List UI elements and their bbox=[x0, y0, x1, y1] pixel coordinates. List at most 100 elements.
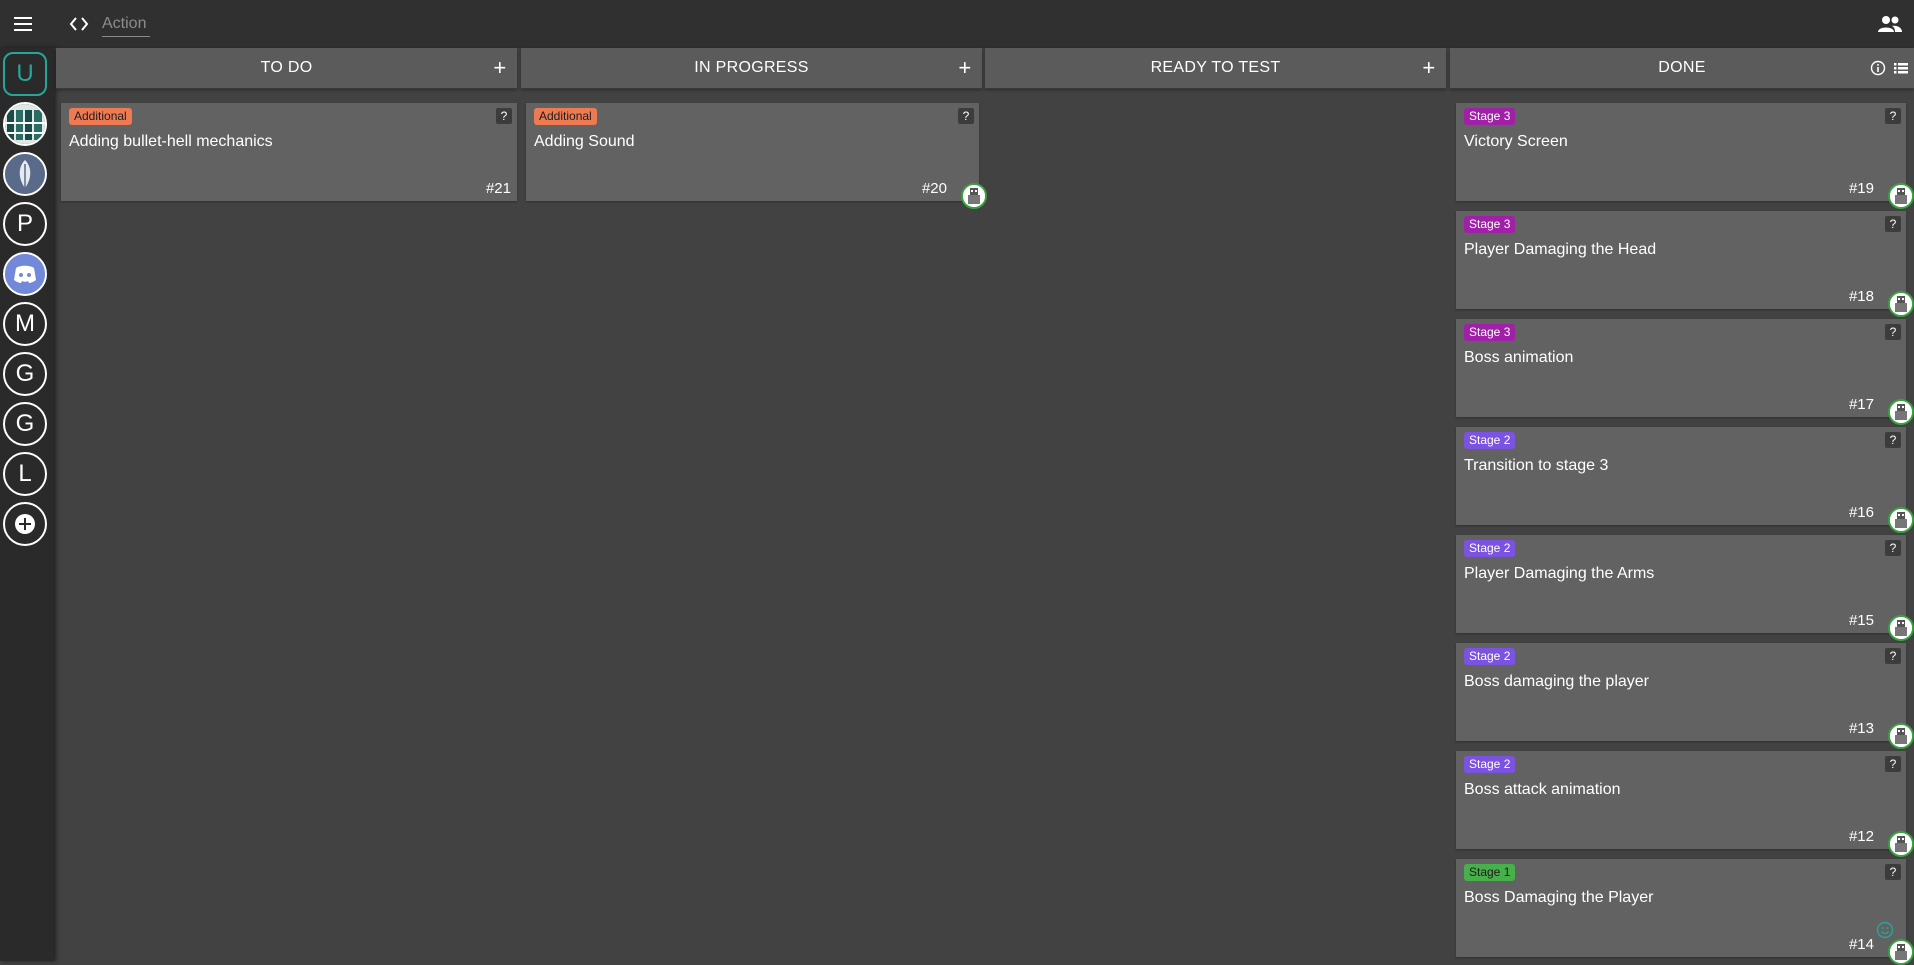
card-number: #19 bbox=[1848, 180, 1874, 197]
card[interactable]: Stage 2 ? Player Damaging the Arms #15 bbox=[1456, 535, 1914, 641]
workspace-m[interactable]: M bbox=[3, 302, 47, 346]
card[interactable]: Additional ? Adding Sound #20 bbox=[526, 103, 987, 209]
column-done: DONE Stage 3 ? Victory Screen #19 Stage … bbox=[1450, 48, 1914, 965]
card-tag: Stage 2 bbox=[1464, 432, 1516, 449]
avatar[interactable] bbox=[1888, 399, 1914, 425]
info-icon[interactable] bbox=[1870, 60, 1886, 76]
workspace-p[interactable]: P bbox=[3, 202, 47, 246]
add-card-button[interactable]: + bbox=[1418, 57, 1440, 79]
add-card-button[interactable]: + bbox=[954, 57, 976, 79]
avatar[interactable] bbox=[1888, 723, 1914, 749]
help-icon[interactable]: ? bbox=[958, 108, 974, 124]
workspace-label: G bbox=[15, 360, 35, 387]
card-title: Boss Damaging the Player bbox=[1464, 889, 1654, 906]
column-title: READY TO TEST bbox=[1150, 59, 1281, 76]
kanban-board: TO DO + Additional ? Adding bullet-hell … bbox=[56, 48, 1914, 965]
card-tag: Stage 1 bbox=[1464, 864, 1516, 881]
card-tag: Stage 2 bbox=[1464, 648, 1516, 665]
workspace-label: P bbox=[16, 210, 33, 237]
code-icon[interactable] bbox=[66, 11, 92, 37]
workspace-sidebar: U P M G G L bbox=[0, 48, 54, 961]
help-icon[interactable]: ? bbox=[1885, 108, 1901, 124]
workspace-label: U bbox=[16, 60, 34, 87]
feather-icon[interactable] bbox=[3, 152, 47, 196]
help-icon[interactable]: ? bbox=[1885, 540, 1901, 556]
avatar[interactable] bbox=[1888, 507, 1914, 533]
menu-icon[interactable] bbox=[0, 0, 46, 48]
card-tag: Additional bbox=[69, 108, 132, 125]
avatar[interactable] bbox=[1888, 831, 1914, 857]
workspace-u[interactable]: U bbox=[3, 52, 47, 96]
column-header: DONE bbox=[1450, 48, 1914, 89]
column-todo: TO DO + Additional ? Adding bullet-hell … bbox=[56, 48, 517, 961]
card-title: Transition to stage 3 bbox=[1464, 457, 1609, 474]
top-bar bbox=[0, 0, 1914, 48]
card-number: #14 bbox=[1848, 936, 1874, 953]
workspace-label: G bbox=[15, 410, 35, 437]
card-tag: Additional bbox=[534, 108, 597, 125]
bookshelf-icon[interactable] bbox=[3, 102, 47, 146]
card-tag: Stage 3 bbox=[1464, 324, 1516, 341]
help-icon[interactable]: ? bbox=[1885, 432, 1901, 448]
card-number: #20 bbox=[921, 180, 947, 197]
card-title: Adding bullet-hell mechanics bbox=[69, 133, 273, 150]
card-title: Victory Screen bbox=[1464, 133, 1568, 150]
card-title: Player Damaging the Head bbox=[1464, 241, 1657, 258]
card[interactable]: Stage 3 ? Victory Screen #19 bbox=[1456, 103, 1914, 209]
column-title: TO DO bbox=[260, 59, 313, 76]
card-number: #17 bbox=[1848, 396, 1874, 413]
card-tag: Stage 2 bbox=[1464, 540, 1516, 557]
card-title: Adding Sound bbox=[534, 133, 635, 150]
help-icon[interactable]: ? bbox=[1885, 216, 1901, 232]
avatar[interactable] bbox=[1888, 939, 1914, 965]
card[interactable]: Stage 3 ? Player Damaging the Head #18 bbox=[1456, 211, 1914, 317]
card-title: Boss attack animation bbox=[1464, 781, 1621, 798]
column-header: TO DO + bbox=[56, 48, 517, 89]
card-number: #12 bbox=[1848, 828, 1874, 845]
column-header: READY TO TEST + bbox=[985, 48, 1446, 89]
avatar[interactable] bbox=[1888, 291, 1914, 317]
workspace-g-2[interactable]: G bbox=[3, 402, 47, 446]
avatar[interactable] bbox=[1888, 615, 1914, 641]
card-number: #15 bbox=[1848, 612, 1874, 629]
help-icon[interactable]: ? bbox=[496, 108, 512, 124]
card-number: #21 bbox=[485, 180, 511, 197]
column-in-progress: IN PROGRESS + Additional ? Adding Sound … bbox=[521, 48, 987, 961]
column-title: DONE bbox=[1658, 59, 1706, 76]
add-card-button[interactable]: + bbox=[489, 57, 511, 79]
add-workspace-icon[interactable] bbox=[3, 502, 47, 546]
help-icon[interactable]: ? bbox=[1885, 864, 1901, 880]
card-title: Player Damaging the Arms bbox=[1464, 565, 1655, 582]
help-icon[interactable]: ? bbox=[1885, 324, 1901, 340]
discord-icon[interactable] bbox=[3, 252, 47, 296]
card-title: Boss animation bbox=[1464, 349, 1574, 366]
card[interactable]: Stage 2 ? Boss attack animation #12 bbox=[1456, 751, 1914, 857]
workspace-l[interactable]: L bbox=[3, 452, 47, 496]
smiley-icon[interactable] bbox=[1876, 921, 1894, 939]
card-tag: Stage 2 bbox=[1464, 756, 1516, 773]
card[interactable]: Additional ? Adding bullet-hell mechanic… bbox=[61, 103, 517, 201]
avatar[interactable] bbox=[1888, 183, 1914, 209]
card-title: Boss damaging the player bbox=[1464, 673, 1649, 690]
action-input[interactable] bbox=[102, 11, 150, 37]
column-header: IN PROGRESS + bbox=[521, 48, 982, 89]
card-tag: Stage 3 bbox=[1464, 216, 1516, 233]
workspace-label: L bbox=[18, 460, 32, 487]
list-icon[interactable] bbox=[1893, 60, 1909, 76]
column-ready-to-test: READY TO TEST + bbox=[985, 48, 1446, 961]
avatar[interactable] bbox=[961, 183, 987, 209]
workspace-g[interactable]: G bbox=[3, 352, 47, 396]
card[interactable]: Stage 3 ? Boss animation #17 bbox=[1456, 319, 1914, 425]
card[interactable]: Stage 2 ? Boss damaging the player #13 bbox=[1456, 643, 1914, 749]
help-icon[interactable]: ? bbox=[1885, 648, 1901, 664]
card-number: #16 bbox=[1848, 504, 1874, 521]
card-tag: Stage 3 bbox=[1464, 108, 1516, 125]
help-icon[interactable]: ? bbox=[1885, 756, 1901, 772]
card[interactable]: Stage 1 ? Boss Damaging the Player #14 bbox=[1456, 859, 1914, 965]
workspace-label: M bbox=[15, 310, 35, 337]
column-title: IN PROGRESS bbox=[694, 59, 809, 76]
card-number: #18 bbox=[1848, 288, 1874, 305]
card[interactable]: Stage 2 ? Transition to stage 3 #16 bbox=[1456, 427, 1914, 533]
people-icon[interactable] bbox=[1874, 8, 1906, 40]
card-number: #13 bbox=[1848, 720, 1874, 737]
